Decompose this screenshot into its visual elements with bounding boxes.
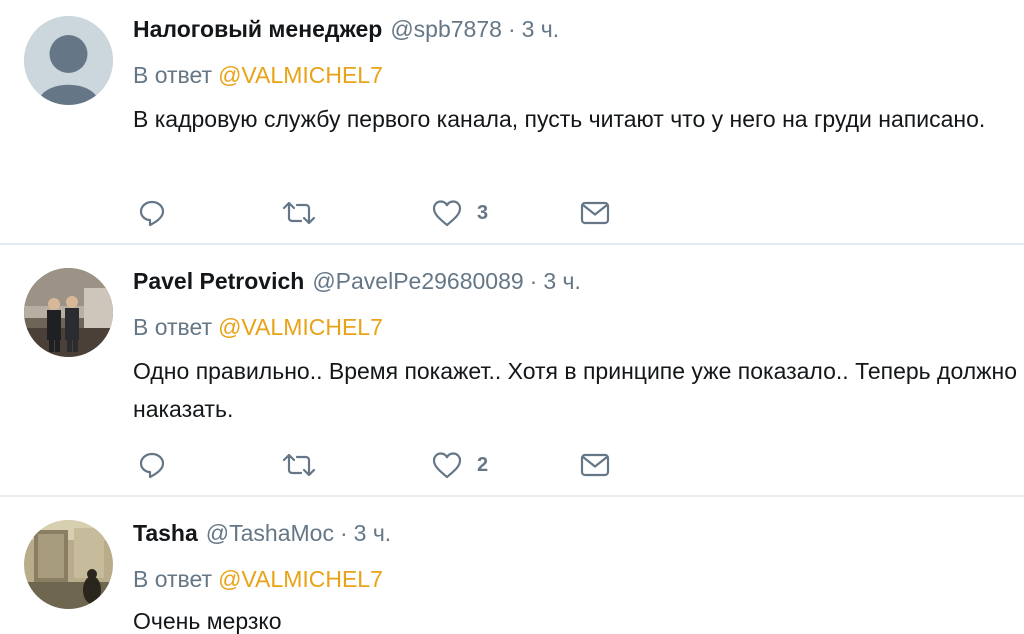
- like-icon: [432, 452, 462, 479]
- timestamp[interactable]: 3 ч.: [543, 268, 581, 295]
- separator-dot: ·: [529, 268, 538, 294]
- separator-dot: ·: [507, 16, 516, 42]
- reply-icon: [139, 452, 165, 479]
- avatar[interactable]: [24, 268, 113, 357]
- reply-prefix: В ответ: [133, 314, 213, 340]
- tweet-text: В кадровую службу первого канала, пусть …: [133, 106, 986, 132]
- tweet-header: Tasha @TashaMoc · 3 ч.: [133, 520, 391, 550]
- author-name[interactable]: Налоговый менеджер: [133, 16, 382, 43]
- tweet-divider: [0, 243, 1024, 245]
- reply-context: В ответ @VALMICHEL7: [133, 566, 383, 593]
- reply-context: В ответ @VALMICHEL7: [133, 62, 383, 89]
- separator-dot: ·: [339, 520, 348, 546]
- author-handle[interactable]: @PavelPe29680089: [312, 268, 523, 295]
- reply-icon: [139, 200, 165, 227]
- retweet-button[interactable]: [281, 449, 317, 481]
- retweet-icon: [282, 453, 316, 477]
- avatar[interactable]: [24, 520, 113, 609]
- author-name[interactable]: Pavel Petrovich: [133, 268, 304, 295]
- like-icon: [432, 200, 462, 227]
- like-count: 2: [477, 453, 489, 476]
- retweet-icon: [282, 201, 316, 225]
- tweet-divider: [0, 495, 1024, 497]
- message-icon: [580, 453, 610, 477]
- message-button[interactable]: [579, 197, 611, 229]
- like-count: 3: [477, 201, 489, 224]
- tweet-header: Налоговый менеджер @spb7878 · 3 ч.: [133, 16, 559, 46]
- action-bar: 2: [133, 449, 633, 481]
- author-handle[interactable]: @TashaMoc: [206, 520, 334, 547]
- reply-prefix: В ответ: [133, 566, 213, 592]
- avatar[interactable]: [24, 16, 113, 105]
- tweet-text: Очень мерзко: [133, 608, 282, 634]
- like-button[interactable]: 2: [431, 449, 488, 481]
- reply-mention-link[interactable]: @VALMICHEL7: [218, 566, 383, 592]
- message-icon: [580, 201, 610, 225]
- reply-mention-link[interactable]: @VALMICHEL7: [218, 314, 383, 340]
- reply-button[interactable]: [137, 197, 167, 229]
- reply-button[interactable]: [137, 449, 167, 481]
- author-name[interactable]: Tasha: [133, 520, 198, 547]
- message-button[interactable]: [579, 449, 611, 481]
- timestamp[interactable]: 3 ч.: [522, 16, 560, 43]
- action-bar: 3: [133, 197, 633, 229]
- reply-context: В ответ @VALMICHEL7: [133, 314, 383, 341]
- reply-mention-link[interactable]: @VALMICHEL7: [218, 62, 383, 88]
- like-button[interactable]: 3: [431, 197, 488, 229]
- author-handle[interactable]: @spb7878: [390, 16, 502, 43]
- tweet-text: Одно правильно.. Время покажет.. Хотя в …: [133, 358, 1018, 422]
- timestamp[interactable]: 3 ч.: [354, 520, 392, 547]
- reply-prefix: В ответ: [133, 62, 213, 88]
- tweet-header: Pavel Petrovich @PavelPe29680089 · 3 ч.: [133, 268, 581, 298]
- retweet-button[interactable]: [281, 197, 317, 229]
